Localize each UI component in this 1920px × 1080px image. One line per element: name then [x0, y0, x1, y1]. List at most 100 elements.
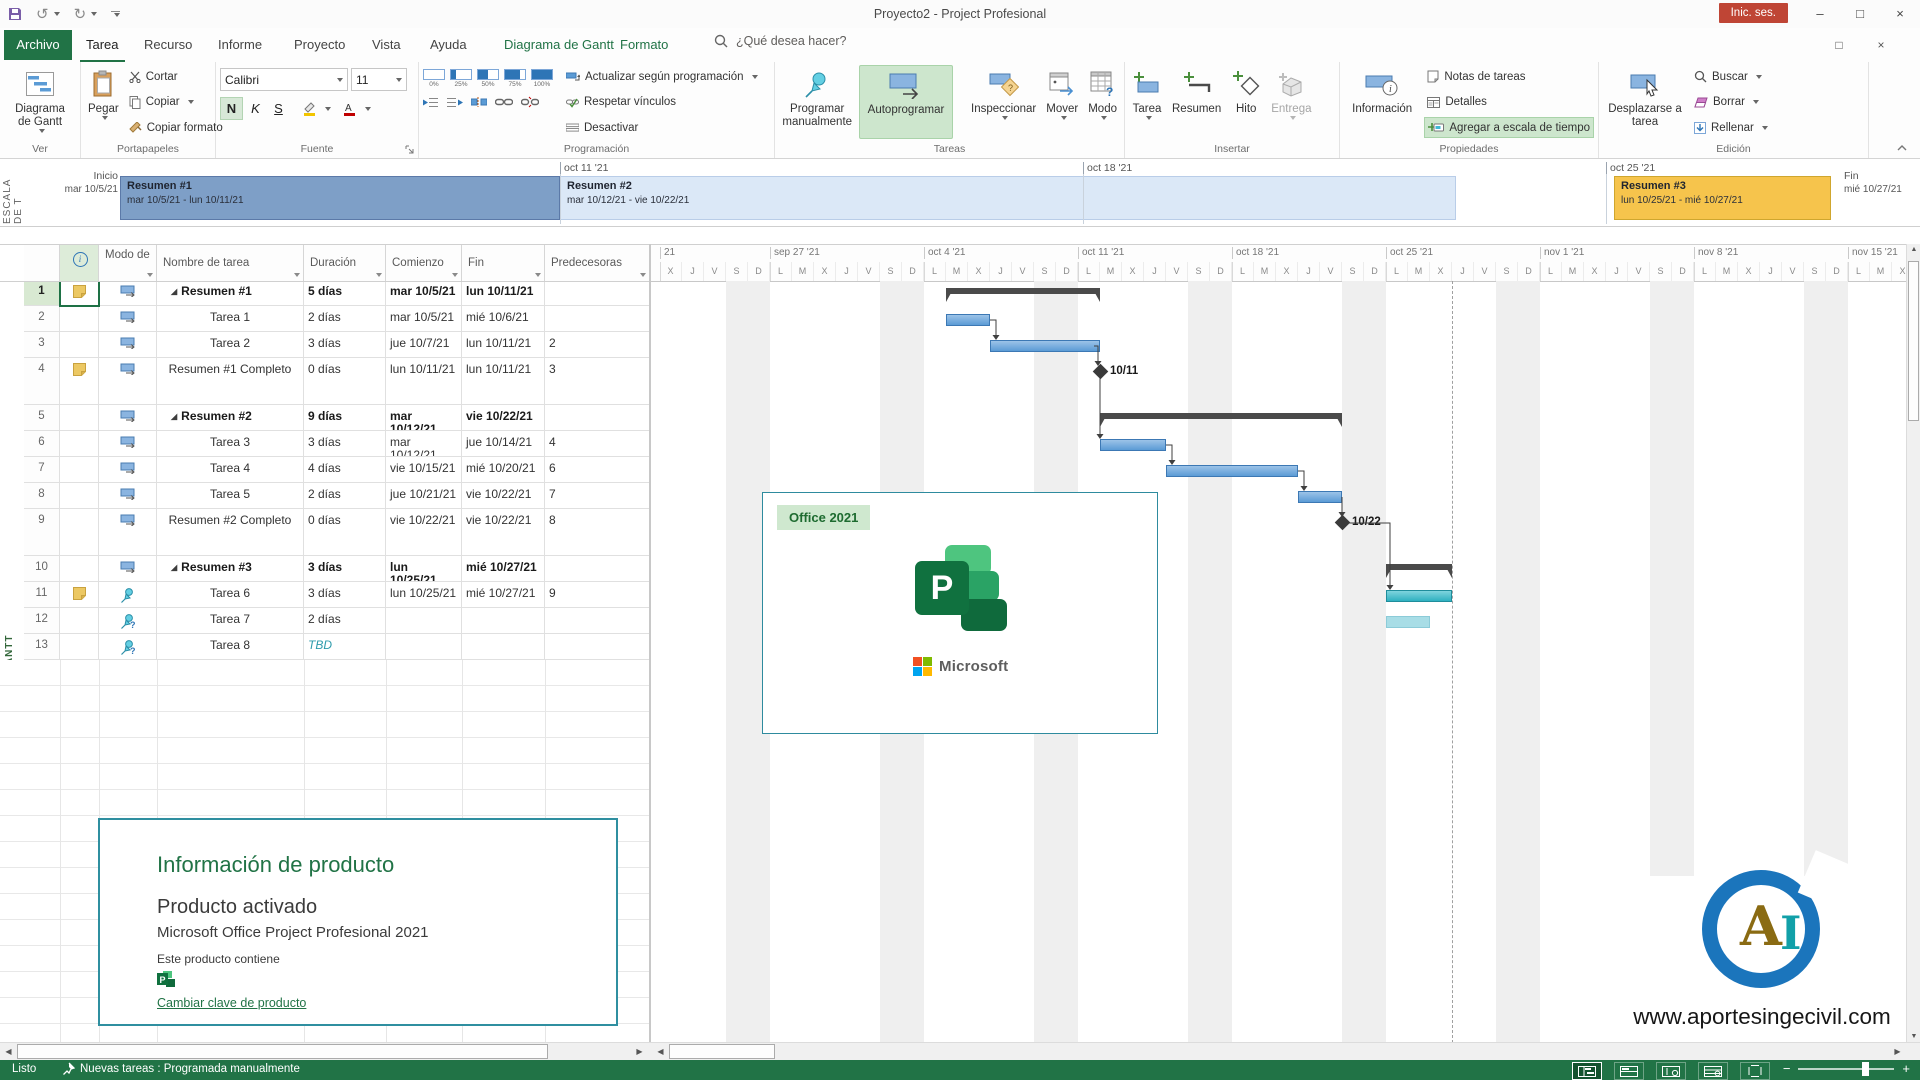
chart-scroll-left-icon[interactable]: ◀ [652, 1044, 669, 1060]
cell-start-row5[interactable]: mar 10/12/21 [386, 405, 462, 431]
cell-start-row1[interactable]: mar 10/5/21 [386, 280, 462, 306]
cell-pred-row1[interactable] [545, 280, 650, 306]
cell-name-row5[interactable]: ◢Resumen #2 [157, 405, 304, 431]
cell-mode-row5[interactable] [99, 405, 157, 431]
cell-dur-row8[interactable]: 2 días [304, 483, 386, 509]
timeline-bar-3[interactable]: Resumen #3lun 10/25/21 - mié 10/27/21 [1614, 176, 1831, 220]
cell-num-row9[interactable]: 9 [24, 509, 60, 556]
cell-dur-row12[interactable]: 2 días [304, 608, 386, 634]
cell-fin-row7[interactable]: mié 10/20/21 [462, 457, 545, 483]
cell-start-row11[interactable]: lun 10/25/21 [386, 582, 462, 608]
cell-num-row10[interactable]: 10 [24, 556, 60, 582]
task-bar[interactable] [946, 314, 990, 326]
active-cell[interactable] [59, 280, 100, 307]
italic-button[interactable]: K [245, 98, 266, 119]
cell-dur-row13[interactable]: TBD [304, 634, 386, 660]
predecessors-column-header[interactable]: Predecesoras [545, 245, 650, 281]
zoom-in-icon[interactable]: + [1902, 1063, 1910, 1075]
indent-icon[interactable] [447, 97, 463, 108]
table-scroll-thumb[interactable] [17, 1044, 548, 1059]
cell-fin-row12[interactable] [462, 608, 545, 634]
cell-dur-row10[interactable]: 3 días [304, 556, 386, 582]
cell-name-row11[interactable]: Tarea 6 [157, 582, 304, 608]
timescale-day-row[interactable]: XJVSDLMXJVSDLMXJVSDLMXJVSDLMXJVSDLMXJVSD… [650, 262, 1906, 282]
cell-pred-row5[interactable] [545, 405, 650, 431]
cell-name-row10[interactable]: ◢Resumen #3 [157, 556, 304, 582]
cell-ind-row2[interactable] [60, 306, 99, 332]
copy-button[interactable]: Copiar [126, 92, 226, 113]
tab-vista[interactable]: Vista [366, 30, 407, 60]
cell-dur-row11[interactable]: 3 días [304, 582, 386, 608]
name-column-header[interactable]: Nombre de tarea [157, 245, 304, 281]
collapse-ribbon-icon[interactable] [1896, 144, 1908, 152]
percent-complete-50%[interactable]: 50% [477, 69, 499, 88]
usage-shortcut-icon[interactable] [1614, 1062, 1644, 1080]
cell-mode-row7[interactable] [99, 457, 157, 483]
sign-in-button[interactable]: Inic. ses. [1719, 3, 1788, 23]
tab-informe[interactable]: Informe [212, 30, 268, 60]
cell-pred-row8[interactable]: 7 [545, 483, 650, 509]
cell-fin-row13[interactable] [462, 634, 545, 660]
inactivate-button[interactable]: Desactivar [563, 117, 761, 138]
percent-complete-0%[interactable]: 0% [423, 69, 445, 88]
mode-column-header[interactable]: Modo de [99, 245, 157, 281]
cell-ind-row13[interactable] [60, 634, 99, 660]
percent-complete-100%[interactable]: 100% [531, 69, 553, 88]
cell-mode-row11[interactable] [99, 582, 157, 608]
cell-name-row2[interactable]: Tarea 1 [157, 306, 304, 332]
vertical-scroll-thumb[interactable] [1908, 261, 1919, 421]
document-restore-button[interactable]: □ [1822, 34, 1856, 56]
team-planner-shortcut-icon[interactable] [1656, 1062, 1686, 1080]
underline-button[interactable]: S [268, 98, 289, 119]
move-task-button[interactable]: Mover [1043, 65, 1081, 139]
cell-num-row6[interactable]: 6 [24, 431, 60, 457]
close-button[interactable]: × [1880, 0, 1920, 28]
tell-me-search[interactable]: ¿Qué desea hacer? [714, 34, 847, 48]
timeline-pane[interactable]: ESCALA DE T Inicio mar 10/5/21 Resumen #… [0, 160, 1920, 227]
cell-name-row1[interactable]: ◢Resumen #1 [157, 280, 304, 306]
cell-num-row8[interactable]: 8 [24, 483, 60, 509]
cell-ind-row11[interactable] [60, 582, 99, 608]
cell-start-row3[interactable]: jue 10/7/21 [386, 332, 462, 358]
split-task-icon[interactable] [471, 96, 487, 108]
link-tasks-icon[interactable] [495, 97, 513, 107]
zoom-slider[interactable] [1798, 1068, 1894, 1070]
cell-dur-row2[interactable]: 2 días [304, 306, 386, 332]
highlight-color-button[interactable] [299, 98, 320, 119]
cell-num-row1[interactable]: 1 [24, 280, 60, 306]
timeline-band[interactable]: Resumen #1mar 10/5/21 - lun 10/11/21 Resu… [120, 176, 1838, 220]
cell-dur-row9[interactable]: 0 días [304, 509, 386, 556]
pane-splitter[interactable] [649, 244, 651, 1042]
cut-button[interactable]: Cortar [126, 66, 226, 87]
cell-fin-row11[interactable]: mié 10/27/21 [462, 582, 545, 608]
cell-ind-row12[interactable] [60, 608, 99, 634]
duration-column-header[interactable]: Duración [304, 245, 386, 281]
cell-name-row3[interactable]: Tarea 2 [157, 332, 304, 358]
tab-archivo[interactable]: Archivo [4, 30, 72, 60]
cell-pred-row7[interactable]: 6 [545, 457, 650, 483]
timeline-bar-1[interactable]: Resumen #1mar 10/5/21 - lun 10/11/21 [120, 176, 560, 220]
scroll-to-task-button[interactable]: Desplazarse a tarea [1603, 65, 1687, 139]
manually-schedule-button[interactable]: Programar manualmente [779, 65, 855, 139]
cell-name-row4[interactable]: Resumen #1 Completo [157, 358, 304, 405]
scroll-down-icon[interactable]: ▼ [1907, 1033, 1920, 1040]
inspect-button[interactable]: ? Inspeccionar [968, 65, 1039, 139]
cell-pred-row11[interactable]: 9 [545, 582, 650, 608]
cell-pred-row4[interactable]: 3 [545, 358, 650, 405]
summary-bar[interactable] [1100, 413, 1342, 419]
cell-num-row3[interactable]: 3 [24, 332, 60, 358]
cell-num-row13[interactable]: 13 [24, 634, 60, 660]
respect-links-button[interactable]: Respetar vínculos [563, 92, 761, 113]
vertical-scrollbar[interactable]: ▲ ▼ [1906, 244, 1920, 1042]
cell-mode-row13[interactable]: ? [99, 634, 157, 660]
cell-pred-row2[interactable] [545, 306, 650, 332]
cell-num-row5[interactable]: 5 [24, 405, 60, 431]
cell-ind-row5[interactable] [60, 405, 99, 431]
cell-start-row4[interactable]: lun 10/11/21 [386, 358, 462, 405]
cell-ind-row3[interactable] [60, 332, 99, 358]
cell-mode-row8[interactable] [99, 483, 157, 509]
status-new-tasks[interactable]: Nuevas tareas : Programada manualmente [80, 1063, 300, 1075]
cell-mode-row1[interactable] [99, 280, 157, 306]
cell-start-row2[interactable]: mar 10/5/21 [386, 306, 462, 332]
cell-start-row9[interactable]: vie 10/22/21 [386, 509, 462, 556]
